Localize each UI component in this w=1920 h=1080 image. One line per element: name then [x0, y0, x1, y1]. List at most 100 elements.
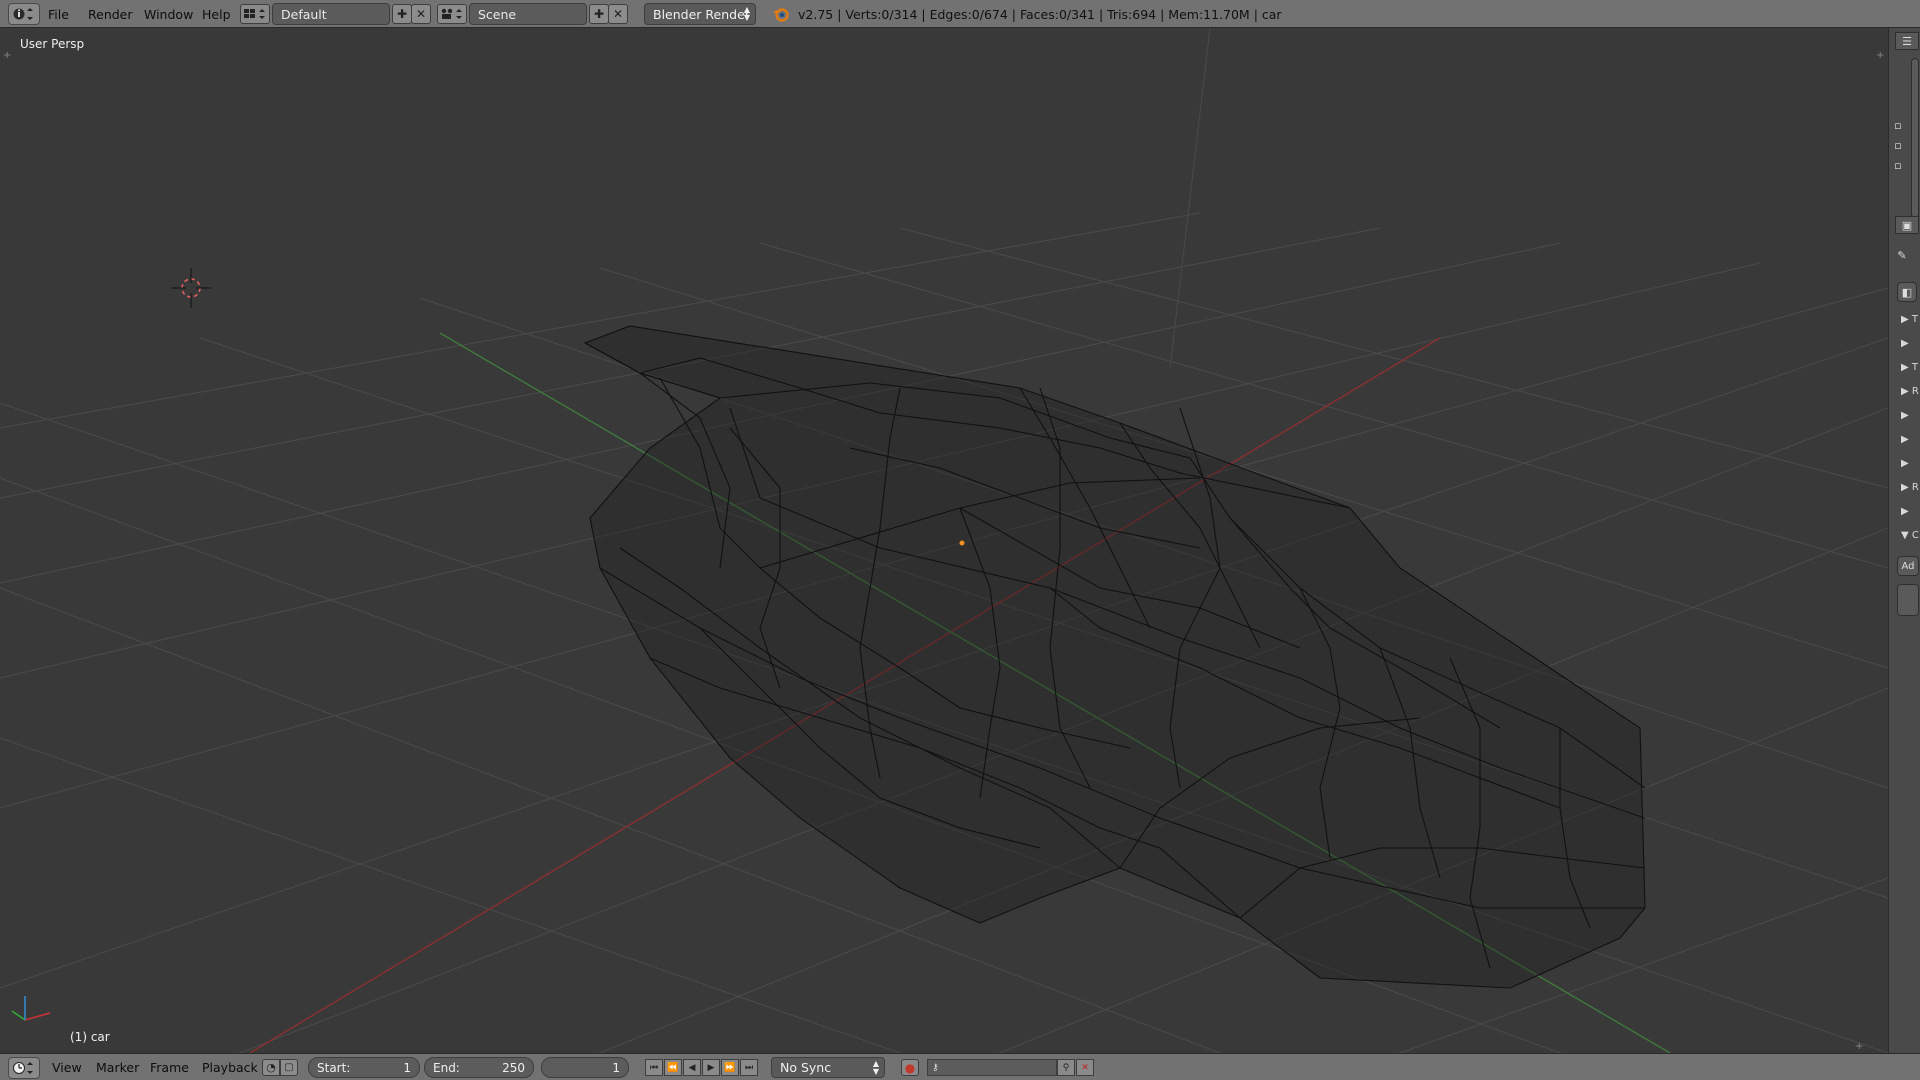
render-icon: ◧	[1901, 285, 1913, 299]
record-icon: ●	[904, 1060, 916, 1075]
object-origin-dot	[959, 540, 965, 546]
outliner-editor-button[interactable]: ☰	[1895, 32, 1919, 50]
outliner-icon: ☰	[1902, 34, 1912, 48]
sync-mode-dropdown[interactable]: No Sync ▲ ▼	[771, 1057, 885, 1078]
key-icon: ⚷	[932, 1062, 939, 1073]
timeline-menu-playback[interactable]: Playback	[198, 1057, 262, 1078]
clock-icon: ◔	[266, 1061, 276, 1074]
screen-layout-name-field[interactable]: Default	[272, 3, 390, 25]
end-frame-label: End:	[433, 1060, 460, 1075]
play-button[interactable]: ▶	[702, 1059, 720, 1076]
info-header: File Render Window Help Default ✚ ✕ Scen…	[0, 0, 1920, 28]
close-icon: ✕	[415, 7, 427, 21]
editor-type-button[interactable]	[8, 3, 40, 25]
jump-to-end-button[interactable]: ⏭	[740, 1059, 758, 1076]
start-frame-label: Start:	[317, 1060, 351, 1075]
panel-expand-arrow[interactable]: ▶	[1901, 506, 1919, 522]
render-toggle-icon[interactable]: ▫	[1889, 116, 1907, 134]
panel-expand-arrow[interactable]: ▶	[1901, 434, 1919, 450]
current-frame-value: 1	[612, 1060, 620, 1075]
add-scene-button[interactable]: ✚	[589, 4, 609, 24]
timeline-header: View Marker Frame Playback ◔ ▢ Start: 1 …	[0, 1053, 1920, 1080]
3d-viewport[interactable]: + + + User Persp (1) car	[0, 28, 1888, 1053]
region-plus-icon: +	[1855, 1041, 1863, 1052]
region-plus-icon: +	[1876, 50, 1884, 61]
jump-to-keyframe-back-button[interactable]: ⏪	[664, 1059, 682, 1076]
menu-window[interactable]: Window	[140, 3, 197, 25]
scene-icon	[441, 8, 462, 19]
end-frame-value: 250	[502, 1060, 525, 1075]
render-toggle-icon[interactable]: ▫	[1889, 156, 1907, 174]
lock-icon: ▢	[284, 1062, 294, 1073]
timeline-menu-frame[interactable]: Frame	[146, 1057, 193, 1078]
panel-title-fragment: T	[1911, 314, 1918, 325]
jump-to-keyframe-forward-button[interactable]: ⏩	[721, 1059, 739, 1076]
preview-range-toggle[interactable]: ◔	[262, 1059, 280, 1076]
lock-frame-toggle[interactable]: ▢	[280, 1059, 298, 1076]
end-frame-field[interactable]: End: 250	[424, 1057, 534, 1078]
blender-logo-icon	[773, 8, 789, 22]
timeline-menu-view[interactable]: View	[48, 1057, 86, 1078]
plus-icon: ✚	[396, 7, 408, 21]
menu-help[interactable]: Help	[198, 3, 235, 25]
properties-editor-button[interactable]: ▣	[1895, 216, 1919, 234]
sync-mode-label: No Sync	[780, 1060, 832, 1075]
render-engine-dropdown[interactable]: Blender Render ▲ ▼	[644, 3, 756, 25]
camera-icon: ▣	[1901, 218, 1913, 232]
scene-button[interactable]	[437, 4, 467, 24]
panel-expand-arrow[interactable]: ▶ R	[1901, 386, 1919, 402]
jump-to-start-button[interactable]: ⏮	[645, 1059, 663, 1076]
delete-keyframe-button[interactable]: ✕	[1076, 1059, 1094, 1076]
add-button[interactable]: Ad	[1897, 556, 1919, 576]
panel-title-fragment: R	[1911, 386, 1919, 397]
remove-scene-button[interactable]: ✕	[608, 4, 628, 24]
timeline-menu-marker[interactable]: Marker	[92, 1057, 143, 1078]
auto-keying-button[interactable]: ●	[901, 1059, 919, 1076]
start-frame-value: 1	[403, 1060, 411, 1075]
play-reverse-button[interactable]: ◀	[683, 1059, 701, 1076]
scene-name-field[interactable]: Scene	[469, 3, 587, 25]
panel-field[interactable]	[1897, 584, 1919, 616]
outliner-scrollbar[interactable]	[1911, 58, 1919, 218]
panel-expand-arrow[interactable]: ▶ R	[1901, 482, 1919, 498]
panel-title-fragment: R	[1911, 482, 1919, 493]
properties-region-strip: ☰ ▫ ▫ ▫ ▣ ✎ ◧ ▶ T ▶ ▶ T ▶ R ▶ ▶ ▶ ▶ R ▶ …	[1888, 28, 1920, 1053]
menu-render[interactable]: Render	[84, 3, 137, 25]
pin-icon[interactable]: ✎	[1893, 246, 1911, 264]
info-icon	[13, 8, 33, 20]
menu-file[interactable]: File	[44, 3, 73, 25]
current-frame-field[interactable]: 1	[541, 1057, 629, 1078]
keying-set-field[interactable]: ⚷	[927, 1059, 1057, 1076]
render-toggle-icon[interactable]: ▫	[1889, 136, 1907, 154]
play-icon: ▶	[707, 1062, 715, 1073]
add-layout-button[interactable]: ✚	[392, 4, 412, 24]
updown-arrows-icon: ▲ ▼	[743, 5, 750, 22]
next-keyframe-icon: ⏩	[724, 1062, 736, 1073]
panel-expand-arrow[interactable]: ▶ T	[1901, 362, 1919, 378]
panel-title-fragment: C	[1911, 530, 1919, 541]
start-frame-field[interactable]: Start: 1	[308, 1057, 420, 1078]
skip-end-icon: ⏭	[744, 1062, 754, 1073]
scene-statistics: v2.75 | Verts:0/314 | Edges:0/674 | Face…	[798, 6, 1282, 22]
3d-cursor-icon	[171, 268, 211, 308]
clock-icon	[13, 1062, 33, 1074]
render-tab-button[interactable]: ◧	[1897, 282, 1917, 302]
view-perspective-label: User Persp	[20, 37, 85, 51]
plus-icon: ✚	[593, 7, 605, 21]
z-axis-line	[1169, 28, 1211, 369]
region-plus-icon: +	[3, 50, 11, 61]
panel-expand-arrow[interactable]: ▶	[1901, 410, 1919, 426]
panel-collapse-arrow[interactable]: ▼ C	[1901, 530, 1919, 546]
insert-keyframe-button[interactable]: ⚲	[1057, 1059, 1075, 1076]
screen-layout-icon	[244, 9, 265, 19]
key-delete-icon: ✕	[1081, 1062, 1089, 1073]
render-engine-label: Blender Render	[653, 6, 750, 22]
updown-arrows-icon: ▲ ▼	[872, 1058, 879, 1076]
remove-layout-button[interactable]: ✕	[411, 4, 431, 24]
panel-expand-arrow[interactable]: ▶ T	[1901, 314, 1919, 330]
close-icon: ✕	[612, 7, 624, 21]
screen-layout-button[interactable]	[240, 4, 270, 24]
timeline-editor-type-button[interactable]	[8, 1057, 40, 1079]
panel-expand-arrow[interactable]: ▶	[1901, 338, 1919, 354]
panel-expand-arrow[interactable]: ▶	[1901, 458, 1919, 474]
